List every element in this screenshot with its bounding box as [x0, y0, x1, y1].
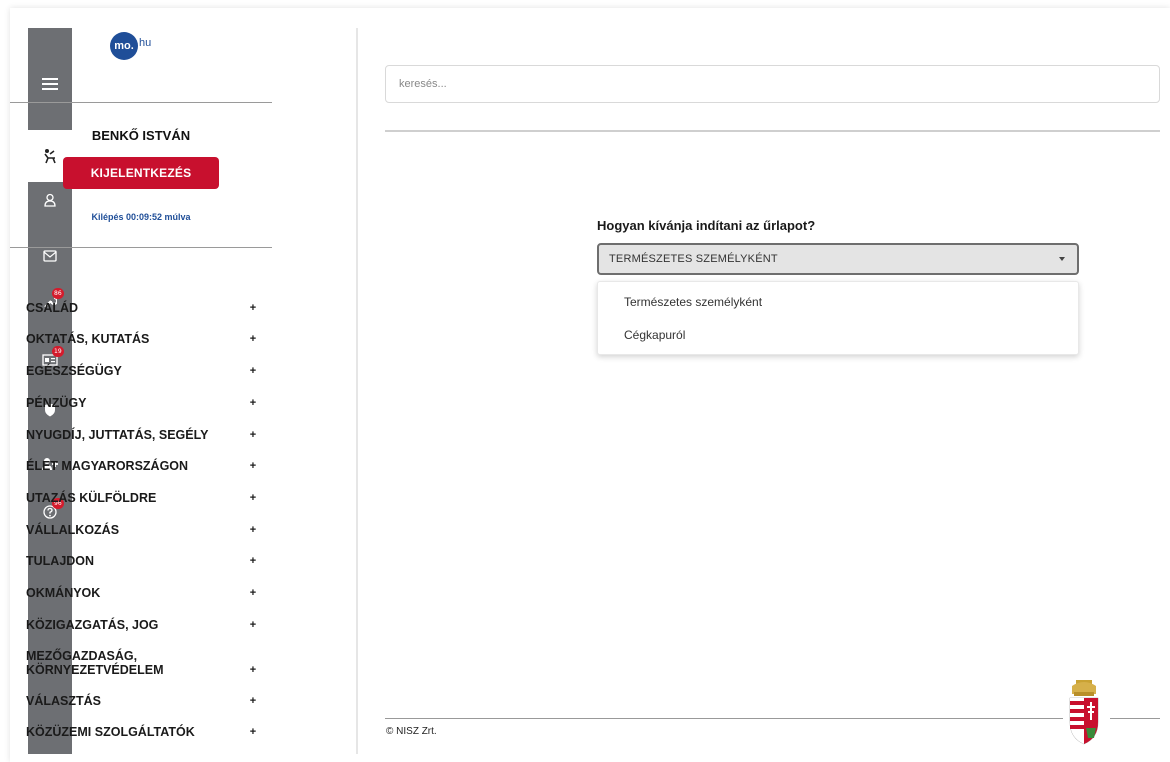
menu-item-label: TULAJDON [26, 554, 95, 568]
expand-icon: + [249, 302, 257, 314]
select-option-termeszetes[interactable]: Természetes személyként [624, 295, 762, 309]
menu-item-tulajdon[interactable]: TULAJDON + [26, 554, 258, 568]
menu-item-label: KÖZIGAZGATÁS, JOG [26, 618, 159, 632]
expand-icon: + [249, 555, 257, 567]
coat-of-arms-icon [1069, 680, 1099, 745]
logo-mark: mo. [110, 32, 138, 60]
expand-icon: + [249, 333, 257, 345]
expand-icon: + [249, 587, 257, 599]
select-value: TERMÉSZETES SZEMÉLYKÉNT [609, 253, 778, 265]
expand-icon: + [249, 619, 257, 631]
divider [385, 130, 1160, 132]
site-logo[interactable]: mo. hu [110, 32, 151, 60]
menu-item-label: MEZŐGAZDASÁG, KÖRNYEZETVÉDELEM [26, 649, 164, 677]
menu-item-utazas[interactable]: UTAZÁS KÜLFÖLDRE + [26, 491, 258, 505]
footer-divider [1110, 718, 1160, 719]
expand-icon: + [249, 365, 257, 377]
menu-item-label: OKMÁNYOK [26, 586, 101, 600]
menu-item-label: EGÉSZSÉGÜGY [26, 364, 122, 378]
logout-timer: Kilépés 00:09:52 múlva [91, 212, 191, 222]
user-name: BENKŐ ISTVÁN [91, 128, 191, 143]
menu-item-label: PÉNZÜGY [26, 396, 87, 410]
menu-toggle-button[interactable] [28, 68, 72, 100]
menu-item-okmanyok[interactable]: OKMÁNYOK + [26, 586, 258, 600]
footer-divider [385, 718, 1063, 719]
expand-icon: + [249, 429, 257, 441]
select-dropdown: Természetes személyként Cégkapuról [597, 281, 1079, 355]
expand-icon: + [249, 524, 257, 536]
menu-item-egeszsegugy[interactable]: EGÉSZSÉGÜGY + [26, 364, 258, 378]
menu-item-oktatas[interactable]: OKTATÁS, KUTATÁS + [26, 332, 258, 346]
mail-icon [43, 250, 57, 262]
expand-icon: + [249, 460, 257, 472]
menu-item-label: KÖZÜZEMI SZOLGÁLTATÓK [26, 725, 195, 739]
menu-item-nyugdij[interactable]: NYUGDÍJ, JUTTATÁS, SEGÉLY + [26, 428, 258, 442]
divider [10, 247, 272, 248]
menu-item-label: VÁLLALKOZÁS [26, 523, 120, 537]
menu-item-penzugy[interactable]: PÉNZÜGY + [26, 396, 258, 410]
menu-item-label: VÁLASZTÁS [26, 694, 101, 708]
menu-item-valasztas[interactable]: VÁLASZTÁS + [26, 694, 258, 708]
logo-suffix: hu [139, 37, 152, 49]
rail-mail-button[interactable] [28, 240, 72, 272]
menu-item-mezogazdasag[interactable]: MEZŐGAZDASÁG, KÖRNYEZETVÉDELEM + [26, 649, 258, 677]
divider [10, 102, 272, 103]
expand-icon: + [249, 397, 257, 409]
select-option-cegkapu[interactable]: Cégkapuról [624, 328, 685, 342]
expand-icon: + [249, 492, 257, 504]
form-question: Hogyan kívánja indítani az űrlapot? [597, 218, 816, 233]
menu-item-label: NYUGDÍJ, JUTTATÁS, SEGÉLY [26, 428, 209, 442]
user-icon [44, 193, 56, 207]
notification-badge: 19 [52, 346, 64, 357]
menu-item-vallalkozas[interactable]: VÁLLALKOZÁS + [26, 523, 258, 537]
menu-item-label: OKTATÁS, KUTATÁS [26, 332, 150, 346]
expand-icon: + [249, 695, 257, 707]
accessibility-icon [44, 149, 56, 164]
menu-item-label: CSALÁD [26, 301, 79, 315]
chevron-down-icon [1059, 257, 1065, 261]
panel-divider [356, 28, 358, 754]
expand-icon: + [249, 664, 257, 676]
menu-item-label: UTAZÁS KÜLFÖLDRE [26, 491, 157, 505]
menu-item-kozuzemi[interactable]: KÖZÜZEMI SZOLGÁLTATÓK + [26, 725, 258, 739]
expand-icon: + [249, 726, 257, 738]
start-mode-select[interactable]: TERMÉSZETES SZEMÉLYKÉNT [597, 243, 1079, 275]
search-input[interactable] [386, 66, 1159, 102]
notification-badge: 86 [52, 288, 64, 299]
hamburger-icon [42, 78, 58, 90]
search-box [385, 65, 1160, 103]
menu-item-kozigazgatas[interactable]: KÖZIGAZGATÁS, JOG + [26, 618, 258, 632]
menu-item-csalad[interactable]: CSALÁD + [26, 301, 258, 315]
menu-item-label: ÉLET MAGYARORSZÁGON [26, 459, 189, 473]
footer-copyright: © NISZ Zrt. [386, 726, 437, 737]
logout-button[interactable]: KIJELENTKEZÉS [63, 157, 219, 189]
menu-item-elet[interactable]: ÉLET MAGYARORSZÁGON + [26, 459, 258, 473]
